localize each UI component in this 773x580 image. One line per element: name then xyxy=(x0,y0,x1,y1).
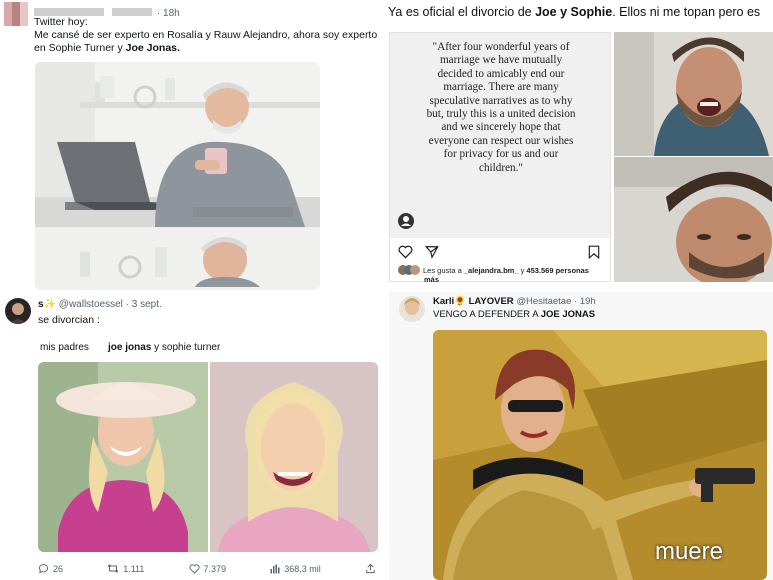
tweet-text-segment: en Sophie Turner y xyxy=(34,42,126,54)
hide-the-pain-harold-image xyxy=(35,62,320,290)
crying-man-image-bottom[interactable] xyxy=(614,157,773,282)
header-segment: . Ellos ni me topan pero es xyxy=(612,5,761,19)
likes-more-text: más xyxy=(424,275,440,284)
post-panel-top-right: Ya es oficial el divorcio de Joe y Sophi… xyxy=(386,0,773,290)
sparkles-icon: ✨ xyxy=(43,299,57,310)
tweet-header: s✨ @wallstoessel · 3 sept. xyxy=(38,299,162,310)
tweet-text: se divorcian : xyxy=(38,314,100,326)
meme-caption: muere xyxy=(654,538,723,565)
tweet-line: en Sophie Turner y Joe Jonas. xyxy=(34,42,379,55)
share-icon xyxy=(366,563,375,574)
tweet-line: Twitter hoy: xyxy=(34,16,88,28)
likes-text: Les gusta a _alejandra.bm_ y 453.569 per… xyxy=(423,265,589,275)
tweet-media-image[interactable] xyxy=(35,62,320,290)
crying-man-image-top[interactable] xyxy=(614,32,773,156)
retweet-icon xyxy=(107,564,119,573)
tweet-text: VENGO A DEFENDER A JOE JONAS xyxy=(433,309,596,320)
share-button[interactable] xyxy=(365,563,376,574)
views-count: 368,3 mil xyxy=(284,563,321,574)
reply-button[interactable]: 26 xyxy=(38,563,63,574)
bookmark-icon[interactable] xyxy=(588,245,600,264)
user-tag-icon[interactable] xyxy=(398,213,414,229)
like-count: 7.379 xyxy=(203,563,227,574)
avatar[interactable] xyxy=(399,296,425,322)
reply-count: 26 xyxy=(53,563,64,574)
likes-row: Les gusta a _alejandra.bm_ y 453.569 per… xyxy=(398,265,610,275)
heart-icon[interactable] xyxy=(398,245,413,264)
tweet-text-bold: Joe Jonas. xyxy=(125,42,180,54)
header-segment: Ya es oficial el divorcio de xyxy=(388,5,536,19)
views-chart-icon xyxy=(270,564,280,573)
meme-label-right: joe jonas y sophie turner xyxy=(108,342,221,353)
display-name[interactable]: Karli xyxy=(433,296,454,307)
instagram-post-card: "After four wonderful years of marriage … xyxy=(389,32,611,284)
share-icon[interactable] xyxy=(424,245,439,264)
tweet-panel-top-left: · 18h Twitter hoy: Me cansé de ser exper… xyxy=(0,0,383,290)
statement-quote: "After four wonderful years of marriage … xyxy=(426,41,576,174)
like-button[interactable]: 7.379 xyxy=(189,563,227,574)
header-bold: Joe y Sophie xyxy=(535,5,613,19)
redacted-username xyxy=(34,7,104,16)
name-badge: LAYOVER xyxy=(468,296,514,307)
tweet-stats-bar: 26 1.111 7.379 368,3 mil xyxy=(38,563,376,574)
statement-image[interactable]: "After four wonderful years of marriage … xyxy=(390,33,610,238)
tweet-panel-bottom-right: Karli🌻 LAYOVER @Hesitaetae · 19h VENGO A… xyxy=(389,292,773,580)
views-button[interactable]: 368,3 mil xyxy=(270,563,321,574)
avatar[interactable] xyxy=(5,298,31,324)
post-actions xyxy=(398,245,439,264)
tweet-body: Twitter hoy: Me cansé de ser experto en … xyxy=(34,16,379,55)
handle-and-date[interactable]: @wallstoessel · 3 sept. xyxy=(59,299,162,310)
redacted-handle xyxy=(112,7,153,16)
handle-and-date[interactable]: @Hesitaetae · 19h xyxy=(516,296,595,307)
sunflower-icon: 🌻 xyxy=(454,296,466,307)
tweet-line: Me cansé de ser experto en Rosalía y Rau… xyxy=(34,29,378,41)
tweet-panel-bottom-left: s✨ @wallstoessel · 3 sept. se divorcian … xyxy=(0,292,386,580)
tweet-header: Karli🌻 LAYOVER @Hesitaetae · 19h xyxy=(433,296,596,307)
retweet-count: 1.111 xyxy=(123,563,145,574)
reply-icon xyxy=(38,564,49,574)
tweet-media-image[interactable]: muere xyxy=(433,330,767,580)
liker-avatars xyxy=(398,265,420,275)
barbie-happy-crying-image xyxy=(38,362,378,552)
retweet-button[interactable]: 1.111 xyxy=(107,563,144,574)
avatar[interactable] xyxy=(4,2,28,26)
post-header-text: Ya es oficial el divorcio de Joe y Sophi… xyxy=(388,5,773,19)
meme-label-left: mis padres xyxy=(40,342,89,353)
tweet-media-image[interactable] xyxy=(38,362,378,552)
heart-icon xyxy=(189,563,200,574)
